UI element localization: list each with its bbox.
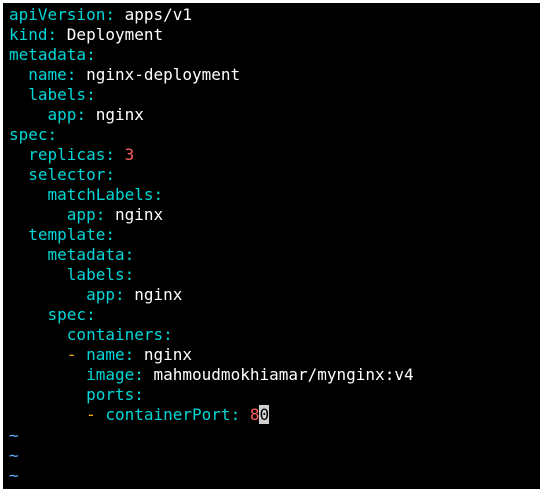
key-separator: : bbox=[86, 305, 96, 324]
code-line[interactable]: name: nginx-deployment bbox=[9, 65, 240, 85]
code-line[interactable]: selector: bbox=[9, 165, 115, 185]
yaml-key: matchLabels bbox=[47, 185, 154, 204]
code-line[interactable]: - name: nginx bbox=[9, 345, 192, 365]
code-line[interactable]: labels: bbox=[9, 85, 96, 105]
yaml-value: nginx bbox=[95, 105, 144, 124]
yaml-value: nginx bbox=[143, 345, 193, 364]
key-separator: : bbox=[124, 245, 135, 264]
key-separator: : bbox=[86, 85, 96, 104]
key-separator: : bbox=[134, 365, 154, 384]
yaml-key: labels bbox=[28, 85, 87, 104]
key-separator: : bbox=[66, 65, 87, 84]
yaml-value: nginx bbox=[114, 205, 164, 224]
code-line[interactable]: - containerPort: 80 bbox=[9, 405, 270, 425]
yaml-key: labels bbox=[66, 265, 125, 284]
yaml-key: selector bbox=[28, 165, 106, 184]
yaml-key: template bbox=[28, 225, 106, 244]
yaml-value: nginx-deployment bbox=[86, 65, 241, 84]
key-separator: : bbox=[47, 25, 67, 44]
yaml-key: metadata bbox=[47, 245, 125, 264]
code-line[interactable]: template: bbox=[9, 225, 115, 245]
yaml-key: app bbox=[86, 285, 115, 304]
code-line[interactable]: metadata: bbox=[9, 245, 135, 265]
key-separator: : bbox=[95, 205, 115, 224]
yaml-key: spec bbox=[9, 125, 48, 144]
list-dash: - bbox=[86, 405, 106, 424]
yaml-value: apps/v1 bbox=[124, 5, 193, 24]
yaml-key: image bbox=[86, 365, 135, 384]
code-line[interactable]: spec: bbox=[9, 125, 57, 145]
yaml-key: kind bbox=[9, 25, 48, 44]
key-separator: : bbox=[105, 165, 115, 184]
yaml-value: mahmoudmokhiamar/mynginx:v4 bbox=[153, 365, 414, 384]
yaml-key: app bbox=[66, 205, 96, 224]
list-dash: - bbox=[66, 345, 87, 364]
code-line[interactable]: matchLabels: bbox=[9, 185, 164, 205]
empty-line-tilde: ~ bbox=[9, 426, 19, 445]
vim-editor[interactable]: apiVersion: apps/v1 kind: Deployment metad… bbox=[3, 3, 540, 489]
yaml-key: ports bbox=[86, 385, 135, 404]
yaml-key: replicas bbox=[28, 145, 106, 164]
key-separator: : bbox=[153, 185, 164, 204]
code-line[interactable]: spec: bbox=[9, 305, 96, 325]
key-separator: : bbox=[114, 285, 135, 304]
key-separator: : bbox=[134, 385, 144, 404]
key-separator: : bbox=[124, 265, 135, 284]
code-line[interactable]: replicas: 3 bbox=[9, 145, 134, 165]
yaml-key: containers bbox=[66, 325, 164, 344]
code-line[interactable]: containers: bbox=[9, 325, 173, 345]
key-separator: : bbox=[105, 145, 125, 164]
key-separator: : bbox=[163, 325, 173, 344]
yaml-key: spec bbox=[47, 305, 87, 324]
code-line[interactable]: app: nginx bbox=[9, 205, 163, 225]
yaml-key: name bbox=[28, 65, 67, 84]
key-separator: : bbox=[76, 105, 96, 124]
key-separator: : bbox=[124, 345, 144, 364]
empty-line-tilde: ~ bbox=[9, 466, 19, 485]
code-line[interactable]: kind: Deployment bbox=[9, 25, 163, 45]
yaml-key: app bbox=[47, 105, 77, 124]
key-separator: : bbox=[105, 5, 125, 24]
code-line[interactable]: image: mahmoudmokhiamar/mynginx:v4 bbox=[9, 365, 414, 385]
yaml-key: containerPort bbox=[105, 405, 231, 424]
yaml-key: metadata bbox=[9, 45, 87, 64]
code-line[interactable]: ports: bbox=[9, 385, 144, 405]
empty-line-tilde: ~ bbox=[9, 446, 19, 465]
key-separator: : bbox=[105, 225, 115, 244]
key-separator: : bbox=[47, 125, 58, 144]
yaml-value: Deployment bbox=[66, 25, 164, 44]
yaml-number: 3 bbox=[124, 145, 135, 164]
text-cursor: 0 bbox=[259, 405, 270, 424]
code-line[interactable]: labels: bbox=[9, 265, 134, 285]
code-line[interactable]: apiVersion: apps/v1 bbox=[9, 5, 192, 25]
code-line[interactable]: metadata: bbox=[9, 45, 96, 65]
yaml-key: apiVersion bbox=[9, 5, 106, 24]
code-line[interactable]: app: nginx bbox=[9, 285, 182, 305]
yaml-value: nginx bbox=[134, 285, 183, 304]
yaml-key: name bbox=[86, 345, 125, 364]
code-line[interactable]: app: nginx bbox=[9, 105, 144, 125]
key-separator: : bbox=[230, 405, 250, 424]
key-separator: : bbox=[86, 45, 96, 64]
